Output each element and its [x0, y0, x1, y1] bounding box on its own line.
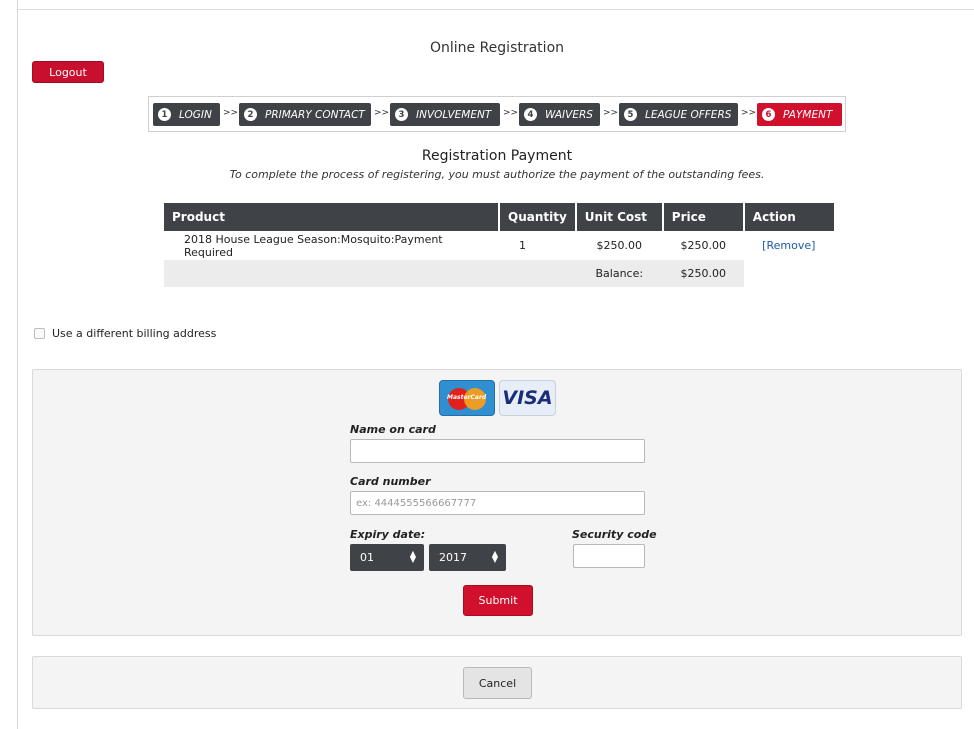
expiry-date-label: Expiry date:	[350, 528, 426, 541]
expiry-month-select[interactable]: 01 ▲ ▼	[350, 544, 424, 571]
select-arrows-icon: ▲ ▼	[491, 549, 498, 564]
step-number-icon: 6	[762, 108, 775, 121]
registration-steps: 1 LOGIN >> 2 PRIMARY CONTACT >> 3 INVOLV…	[148, 96, 846, 132]
payment-heading: Registration Payment	[421, 148, 573, 164]
balance-value: $250.00	[662, 260, 744, 287]
submit-button[interactable]: Submit	[463, 585, 533, 616]
cancel-button[interactable]: Cancel	[463, 667, 532, 699]
unit-cost-cell: $250.00	[596, 239, 643, 252]
billing-option[interactable]: Use a different billing address	[34, 327, 216, 340]
step-label: INVOLVEMENT	[416, 108, 492, 121]
page-frame-top	[17, 9, 974, 10]
step-separator: >>	[223, 108, 239, 118]
remove-link[interactable]: [Remove]	[762, 239, 815, 252]
table-row: 2018 House League Season:Mosquito:Paymen…	[164, 231, 834, 260]
step-login[interactable]: 1 LOGIN	[153, 103, 220, 126]
column-header-action: Action	[743, 203, 834, 231]
security-code-input[interactable]	[573, 544, 645, 568]
expiry-year-value: 2017	[439, 551, 467, 564]
step-primary-contact[interactable]: 2 PRIMARY CONTACT	[239, 103, 371, 126]
step-separator: >>	[603, 108, 619, 118]
step-involvement[interactable]: 3 INVOLVEMENT	[390, 103, 500, 126]
step-separator: >>	[741, 108, 757, 118]
products-table: Product Quantity Unit Cost Price Action …	[164, 203, 834, 287]
step-number-icon: 4	[524, 108, 537, 121]
balance-label: Balance:	[575, 260, 663, 287]
step-label: PRIMARY CONTACT	[265, 108, 365, 121]
page-frame-left	[17, 0, 18, 729]
expiry-year-select[interactable]: 2017 ▲ ▼	[429, 544, 506, 571]
security-code-label: Security code	[572, 528, 657, 541]
step-number-icon: 3	[395, 108, 408, 121]
quantity-cell: 1	[519, 239, 526, 252]
step-label: LOGIN	[179, 108, 212, 121]
column-header-product: Product	[164, 203, 500, 231]
step-league-offers[interactable]: 5 LEAGUE OFFERS	[619, 103, 738, 126]
product-cell: 2018 House League Season:Mosquito:Paymen…	[184, 232, 443, 259]
balance-spacer	[743, 260, 834, 287]
cancel-panel: Cancel	[32, 656, 962, 709]
select-arrows-icon: ▲ ▼	[409, 549, 416, 564]
price-cell: $250.00	[680, 239, 727, 252]
step-waivers[interactable]: 4 WAIVERS	[519, 103, 600, 126]
step-number-icon: 2	[244, 108, 257, 121]
expiry-month-value: 01	[360, 551, 374, 564]
mastercard-wordmark: MasterCard	[447, 394, 487, 401]
name-on-card-label: Name on card	[350, 423, 436, 436]
column-header-unit-cost: Unit Cost	[575, 203, 664, 231]
page-title: Online Registration	[429, 40, 565, 56]
balance-row: Balance: $250.00	[164, 260, 834, 287]
payment-subheading: To complete the process of registering, …	[229, 168, 765, 181]
billing-checkbox[interactable]	[34, 328, 45, 339]
column-header-price: Price	[662, 203, 745, 231]
card-number-label: Card number	[350, 475, 431, 488]
step-label: PAYMENT	[783, 108, 833, 121]
step-number-icon: 1	[158, 108, 171, 121]
balance-spacer	[164, 260, 499, 287]
name-on-card-input[interactable]	[350, 439, 645, 463]
step-label: WAIVERS	[545, 108, 593, 121]
step-label: LEAGUE OFFERS	[645, 108, 732, 121]
step-separator: >>	[374, 108, 390, 118]
table-header-row: Product Quantity Unit Cost Price Action	[164, 203, 834, 231]
card-number-input[interactable]: ex: 4444555566667777	[350, 491, 645, 515]
column-header-quantity: Quantity	[499, 203, 577, 231]
logout-button[interactable]: Logout	[32, 61, 104, 83]
step-payment[interactable]: 6 PAYMENT	[757, 103, 842, 126]
action-cell: [Remove]	[744, 231, 834, 260]
card-payment-panel: MasterCard VISA Name on card Card number…	[32, 369, 962, 636]
visa-logo: VISA	[499, 380, 556, 416]
billing-label: Use a different billing address	[52, 327, 217, 340]
balance-spacer	[499, 260, 576, 287]
step-number-icon: 5	[624, 108, 637, 121]
step-separator: >>	[503, 108, 519, 118]
mastercard-logo: MasterCard	[439, 380, 495, 416]
